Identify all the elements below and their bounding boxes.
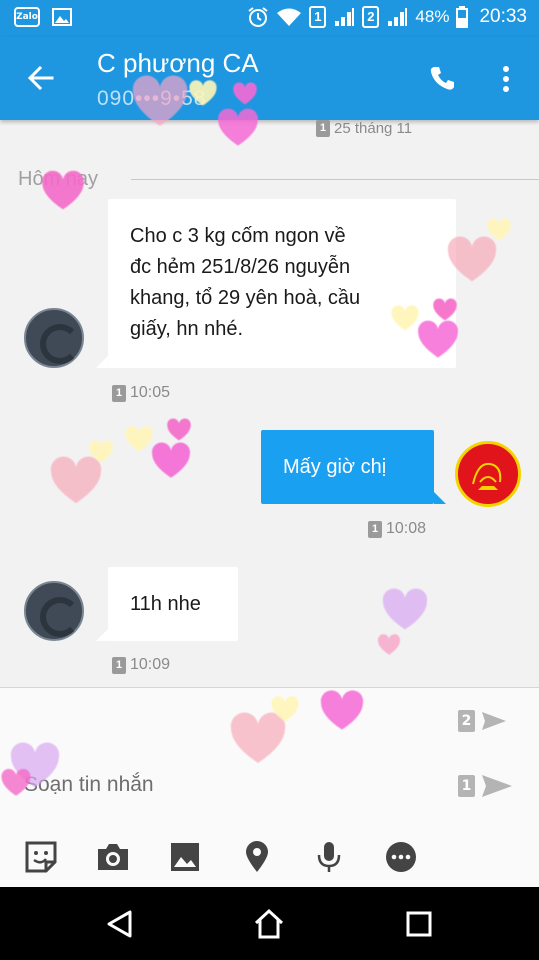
sim2-badge: 2 bbox=[362, 6, 380, 28]
phone-icon[interactable] bbox=[428, 63, 458, 93]
clock: 20:33 bbox=[479, 6, 527, 27]
zalo-icon: Zalo bbox=[14, 7, 40, 27]
sim-indicator: 2 bbox=[458, 710, 475, 732]
incoming-message-bubble[interactable]: 11h nhe bbox=[96, 567, 238, 641]
heart-decoration bbox=[382, 588, 428, 630]
message-timestamp: 1 10:09 bbox=[112, 656, 170, 674]
message-timestamp: 1 10:05 bbox=[112, 384, 170, 402]
more-vert-icon[interactable] bbox=[496, 64, 516, 94]
back-triangle-icon[interactable] bbox=[104, 908, 136, 940]
signal-icon bbox=[335, 8, 355, 26]
message-line: khang, tổ 29 yên hoà, cầu bbox=[130, 287, 361, 309]
sticker-icon[interactable] bbox=[24, 840, 58, 874]
contact-avatar[interactable] bbox=[24, 581, 84, 641]
contact-name[interactable]: C phương CA bbox=[97, 48, 259, 79]
heart-decoration bbox=[377, 634, 401, 655]
contact-phone: 090•••9•58 bbox=[97, 87, 207, 110]
recents-icon[interactable] bbox=[403, 908, 435, 940]
incoming-message-bubble[interactable]: Cho c 3 kg cốm ngon về đc hẻm 251/8/26 n… bbox=[96, 199, 456, 368]
home-icon[interactable] bbox=[253, 908, 285, 940]
back-arrow-icon[interactable] bbox=[26, 63, 56, 93]
outgoing-message-bubble[interactable]: Mấy giờ chị bbox=[261, 430, 446, 504]
signal-icon bbox=[388, 8, 408, 26]
status-bar: Zalo 1 2 48% 20:33 bbox=[0, 0, 539, 37]
battery-icon bbox=[456, 6, 469, 28]
send-sim1-button[interactable]: 1 bbox=[458, 774, 513, 798]
heart-decoration bbox=[151, 442, 191, 478]
date-text: 25 tháng 11 bbox=[334, 120, 413, 137]
bubble-tail bbox=[96, 356, 108, 368]
message-line: đc hẻm 251/8/26 nguyễn bbox=[130, 256, 351, 278]
day-separator-label: Hôm nay bbox=[18, 168, 99, 190]
heart-decoration bbox=[487, 218, 511, 241]
system-nav-bar bbox=[0, 887, 539, 960]
wifi-icon bbox=[277, 8, 302, 26]
heart-decoration bbox=[50, 456, 102, 504]
message-input[interactable]: Soạn tin nhắn bbox=[24, 773, 154, 797]
bubble-tail bbox=[434, 492, 446, 504]
logo-icon bbox=[472, 462, 502, 490]
bubble-tail bbox=[96, 629, 108, 641]
more-options-icon[interactable] bbox=[384, 840, 418, 874]
message-timestamp: 1 10:08 bbox=[368, 520, 426, 538]
attachment-toolbar bbox=[0, 838, 539, 878]
my-avatar[interactable] bbox=[455, 441, 521, 507]
message-composer: 2 Soạn tin nhắn 1 bbox=[0, 687, 539, 887]
sim-indicator: 1 bbox=[458, 775, 475, 797]
heart-decoration bbox=[167, 418, 191, 441]
alarm-icon bbox=[248, 7, 269, 27]
sim1-badge: 1 bbox=[309, 6, 327, 28]
heart-decoration bbox=[89, 440, 113, 463]
battery-percent: 48% bbox=[415, 7, 450, 26]
send-icon bbox=[482, 775, 512, 797]
gallery-icon bbox=[52, 8, 72, 26]
message-line: 11h nhe bbox=[130, 593, 201, 615]
message-line: Cho c 3 kg cốm ngon về bbox=[130, 225, 346, 247]
day-separator-line bbox=[131, 179, 539, 180]
sim-indicator: 1 bbox=[112, 656, 126, 674]
location-icon[interactable] bbox=[240, 840, 274, 874]
sim-indicator: 1 bbox=[316, 120, 330, 137]
send-sim2-button[interactable]: 2 bbox=[458, 710, 507, 732]
microphone-icon[interactable] bbox=[312, 840, 346, 874]
contact-avatar[interactable] bbox=[24, 308, 84, 368]
camera-icon[interactable] bbox=[96, 840, 130, 874]
time-text: 10:05 bbox=[130, 384, 171, 401]
image-icon[interactable] bbox=[168, 840, 202, 874]
message-line: Mấy giờ chị bbox=[283, 456, 387, 478]
time-text: 10:08 bbox=[386, 520, 427, 537]
sim-indicator: 1 bbox=[112, 384, 126, 402]
previous-date-label: 1 25 tháng 11 bbox=[316, 120, 412, 137]
message-line: giấy, hn nhé. bbox=[130, 318, 244, 340]
sim-indicator: 1 bbox=[368, 520, 382, 538]
conversation-header: C phương CA 090•••9•58 bbox=[0, 37, 539, 120]
heart-decoration bbox=[125, 426, 153, 452]
send-icon bbox=[482, 712, 506, 730]
time-text: 10:09 bbox=[130, 656, 171, 673]
